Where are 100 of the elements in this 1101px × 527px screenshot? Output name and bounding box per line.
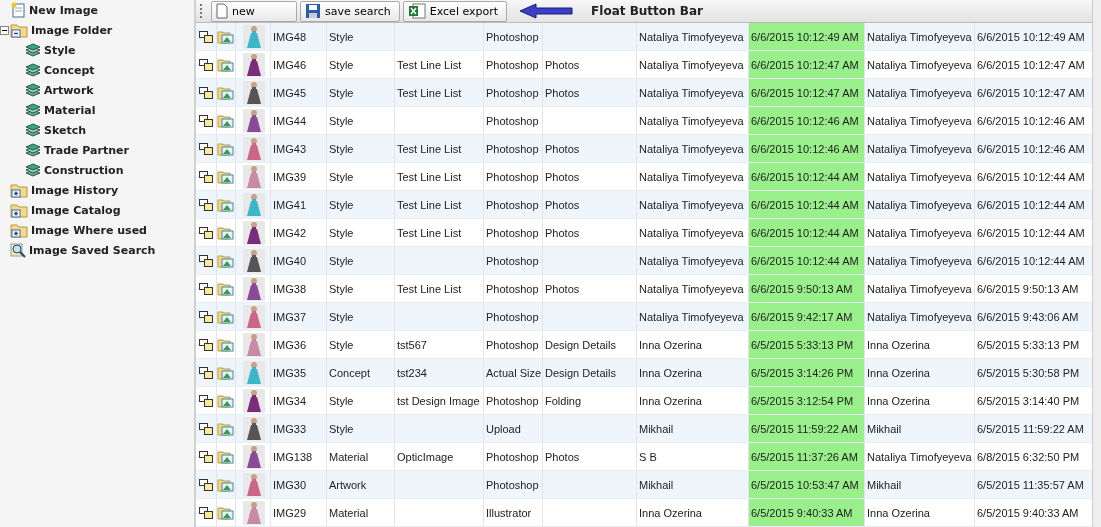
table-row[interactable]: IMG41 Style Test Line List Photoshop Photos Nataliya Timofyeyeva 6/6/2015 10:12:44 AM Nataliya Timofyeyeva 6/6/2015 10:12:44 AM — [196, 191, 1092, 219]
windows-icon[interactable] — [196, 163, 217, 190]
table-cell: Style — [329, 58, 354, 71]
page-icon — [216, 3, 228, 19]
table-cell: tst Design Image — [397, 394, 480, 407]
table-cell: Style — [329, 282, 354, 295]
folder-icon — [10, 222, 28, 238]
toolbar-button[interactable]: save search — [300, 0, 400, 22]
tree-item[interactable]: Image Saved Search — [0, 240, 194, 260]
tree-item[interactable]: Image History — [0, 180, 194, 200]
tree-item[interactable]: Material — [0, 100, 194, 120]
windows-icon[interactable] — [196, 107, 217, 134]
table-cell: 6/6/2015 10:12:44 AM — [977, 254, 1085, 267]
table-cell: Photos — [545, 58, 580, 71]
image-folder-icon[interactable] — [217, 51, 236, 78]
image-folder-icon[interactable] — [217, 331, 236, 358]
table-cell: 6/6/2015 10:12:46 AM — [751, 142, 859, 155]
tree-item-label: Image Catalog — [31, 203, 121, 217]
grip-icon[interactable] — [200, 4, 204, 18]
windows-icon[interactable] — [196, 79, 217, 106]
tree-item[interactable]: Construction — [0, 160, 194, 180]
folder-icon — [10, 182, 28, 198]
table-cell: IMG29 — [273, 506, 306, 519]
table-cell: Photoshop — [486, 394, 539, 407]
tree-item[interactable]: Trade Partner — [0, 140, 194, 160]
image-folder-icon[interactable] — [217, 499, 236, 526]
tree-item[interactable]: Image Catalog — [0, 200, 194, 220]
table-cell: Nataliya Timofyeyeva — [867, 282, 972, 295]
table-cell: 6/6/2015 10:12:47 AM — [977, 58, 1085, 71]
scrollbar[interactable] — [1092, 0, 1101, 527]
tree-item-label: Image History — [31, 183, 119, 197]
table-row[interactable]: IMG33 Style Upload Mikhail 6/5/2015 11:59:22 AM Mikhail 6/5/2015 11:59:22 AM — [196, 415, 1092, 443]
table-row[interactable]: IMG30 Artwork Photoshop Mikhail 6/5/2015 10:53:47 AM Mikhail 6/5/2015 11:35:57 AM — [196, 471, 1092, 499]
windows-icon[interactable] — [196, 387, 217, 414]
windows-icon[interactable] — [196, 415, 217, 442]
table-row[interactable]: IMG48 Style Photoshop Nataliya Timofyeyeva 6/6/2015 10:12:49 AM Nataliya Timofyeyeva 6/6/2015 10:12:49 AM — [196, 23, 1092, 51]
tree-item[interactable]: Style — [0, 40, 194, 60]
windows-icon[interactable] — [196, 135, 217, 162]
image-folder-icon[interactable] — [217, 163, 236, 190]
windows-icon[interactable] — [196, 359, 217, 386]
layers-icon — [25, 123, 41, 137]
table-cell: Photoshop — [486, 478, 539, 491]
tree-item-label: New Image — [29, 3, 98, 17]
windows-icon[interactable] — [196, 23, 217, 50]
table-row[interactable]: IMG40 Style Photoshop Nataliya Timofyeyeva 6/6/2015 10:12:44 AM Nataliya Timofyeyeva 6/6/2015 10:12:44 AM — [196, 247, 1092, 275]
table-cell: Nataliya Timofyeyeva — [639, 142, 744, 155]
table-cell: 6/6/2015 10:12:47 AM — [977, 86, 1085, 99]
tree-item[interactable]: Image Where used — [0, 220, 194, 240]
windows-icon[interactable] — [196, 219, 217, 246]
windows-icon[interactable] — [196, 443, 217, 470]
windows-icon[interactable] — [196, 191, 217, 218]
table-cell: Mikhail — [867, 478, 902, 491]
table-cell: Photos — [545, 170, 580, 183]
table-row[interactable]: IMG35 Concept tst234 Actual Size Design Details Inna Ozerina 6/5/2015 3:14:26 PM Inna Ozerina 6/5/2015 5:30:58 PM — [196, 359, 1092, 387]
tree-item[interactable]: Image Folder — [0, 20, 194, 40]
table-cell: 6/6/2015 10:12:44 AM — [751, 198, 859, 211]
table-cell: Nataliya Timofyeyeva — [867, 450, 972, 463]
windows-icon[interactable] — [196, 331, 217, 358]
tree-item-label: Style — [44, 43, 76, 57]
tree-item-label: Image Where used — [31, 223, 147, 237]
table-cell: Nataliya Timofyeyeva — [867, 30, 972, 43]
windows-icon[interactable] — [196, 303, 217, 330]
tree-item-label: Construction — [44, 163, 124, 177]
tree-item[interactable]: Artwork — [0, 80, 194, 100]
table-row[interactable]: IMG45 Style Test Line List Photoshop Photos Nataliya Timofyeyeva 6/6/2015 10:12:47 AM Nataliya Timofyeyeva 6/6/2015 10:12:47 AM — [196, 79, 1092, 107]
table-cell: Test Line List — [397, 142, 462, 155]
image-folder-icon[interactable] — [217, 107, 236, 134]
table-cell: IMG38 — [273, 282, 306, 295]
toolbar-button[interactable]: new — [211, 0, 297, 22]
windows-icon[interactable] — [196, 471, 217, 498]
table-row[interactable]: IMG29 Material Illustrator Inna Ozerina 6/5/2015 9:40:33 AM Inna Ozerina 6/5/2015 9:40:33 AM — [196, 499, 1092, 527]
table-cell: 6/6/2015 10:12:44 AM — [977, 226, 1085, 239]
table-cell: Design Details — [545, 366, 616, 379]
tree-item[interactable]: New Image — [0, 0, 194, 20]
image-folder-icon[interactable] — [217, 443, 236, 470]
windows-icon[interactable] — [196, 51, 217, 78]
image-folder-icon[interactable] — [217, 219, 236, 246]
table-cell: Nataliya Timofyeyeva — [639, 282, 744, 295]
table-cell: Mikhail — [639, 422, 674, 435]
arrow-icon — [518, 3, 575, 19]
table-cell: Style — [329, 338, 354, 351]
table-cell: tst567 — [397, 338, 427, 351]
table-row[interactable]: IMG37 Style Photoshop Nataliya Timofyeyeva 6/6/2015 9:42:17 AM Nataliya Timofyeyeva 6/6/2015 9:43:06 AM — [196, 303, 1092, 331]
table-cell: Photoshop — [486, 142, 539, 155]
table-cell: 6/5/2015 10:53:47 AM — [751, 478, 859, 491]
table-cell: Photoshop — [486, 58, 539, 71]
image-folder-icon[interactable] — [217, 387, 236, 414]
tree-item[interactable]: Concept — [0, 60, 194, 80]
toolbar-button[interactable]: Excel export — [402, 0, 508, 22]
table-cell: IMG48 — [273, 30, 306, 43]
windows-icon[interactable] — [196, 499, 217, 526]
tree-item-label: Artwork — [44, 83, 94, 97]
image-folder-icon[interactable] — [217, 275, 236, 302]
windows-icon[interactable] — [196, 275, 217, 302]
tree-item[interactable]: Sketch — [0, 120, 194, 140]
table-row[interactable]: IMG43 Style Test Line List Photoshop Photos Nataliya Timofyeyeva 6/6/2015 10:12:46 AM Nataliya Timofyeyeva 6/6/2015 10:12:46 AM — [196, 135, 1092, 163]
table-cell: Nataliya Timofyeyeva — [867, 198, 972, 211]
collapse-toggle-icon[interactable] — [0, 25, 10, 35]
table-cell: Nataliya Timofyeyeva — [867, 58, 972, 71]
windows-icon[interactable] — [196, 247, 217, 274]
